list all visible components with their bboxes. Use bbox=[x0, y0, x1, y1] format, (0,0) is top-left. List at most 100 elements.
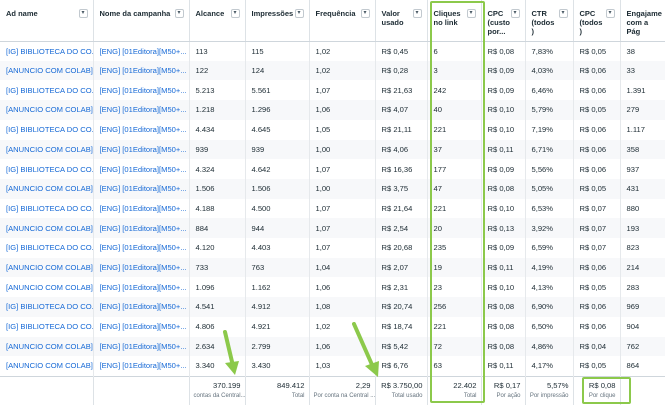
ad-name-link[interactable]: [IG] BIBLIOTECA DO CO... bbox=[0, 198, 94, 219]
campaign-name-link[interactable]: [ENG] [01Editora][M50+... bbox=[93, 257, 190, 278]
ad-name-link[interactable]: [IG] BIBLIOTECA DO CO... bbox=[0, 297, 94, 317]
campaign-name-link[interactable]: [ENG] [01Editora][M50+... bbox=[93, 356, 190, 376]
campaign-name-link[interactable]: [ENG] [01Editora][M50+... bbox=[93, 238, 190, 258]
campaign-name-link[interactable]: [ENG] [01Editora][M50+... bbox=[93, 119, 190, 140]
table-cell: 1,02 bbox=[309, 316, 376, 337]
table-cell: R$ 0,28 bbox=[375, 60, 428, 81]
table-cell: R$ 0,06 bbox=[573, 297, 621, 317]
ad-name-link[interactable]: [IG] BIBLIOTECA DO CO... bbox=[0, 316, 94, 337]
campaign-name-link[interactable]: [ENG] [01Editora][M50+... bbox=[93, 198, 190, 219]
campaign-name-link[interactable]: [ENG] [01Editora][M50+... bbox=[93, 218, 190, 239]
table-cell: 4.642 bbox=[245, 159, 310, 179]
column-menu-icon[interactable]: ▾ bbox=[558, 9, 568, 18]
table-row[interactable]: [IG] BIBLIOTECA DO CO... [ENG] [01Editora… bbox=[0, 159, 665, 179]
column-menu-icon[interactable]: ▾ bbox=[510, 9, 520, 18]
table-cell: 5,56% bbox=[525, 159, 574, 179]
table-cell: 3,92% bbox=[525, 218, 574, 239]
table-row[interactable]: [IG] BIBLIOTECA DO CO... [ENG] [01Editora… bbox=[0, 297, 665, 317]
ad-name-link[interactable]: [IG] BIBLIOTECA DO CO... bbox=[0, 159, 94, 179]
totals-row: 370.199 contas da Central... 849.412 Total 2… bbox=[0, 375, 665, 405]
column-header-4[interactable]: Frequência ▾ bbox=[309, 0, 376, 42]
table-cell: R$ 21,11 bbox=[375, 119, 428, 140]
column-menu-icon[interactable]: ▾ bbox=[294, 9, 304, 18]
ad-name-link[interactable]: [ANUNCIO COM COLAB] bbox=[0, 178, 94, 199]
table-row[interactable]: [IG] BIBLIOTECA DO CO... [ENG] [01Editora… bbox=[0, 316, 665, 337]
table-cell: R$ 0,10 bbox=[481, 277, 526, 298]
table-row[interactable]: [IG] BIBLIOTECA DO CO... [ENG] [01Editora… bbox=[0, 238, 665, 258]
ad-name-link[interactable]: [IG] BIBLIOTECA DO CO... bbox=[0, 41, 94, 61]
table-row[interactable]: [IG] BIBLIOTECA DO CO... [ENG] [01Editora… bbox=[0, 41, 665, 61]
column-menu-icon[interactable]: ▾ bbox=[605, 9, 615, 18]
column-menu-icon[interactable]: ▾ bbox=[230, 9, 240, 18]
campaign-name-link[interactable]: [ENG] [01Editora][M50+... bbox=[93, 60, 190, 81]
table-cell: R$ 0,09 bbox=[481, 159, 526, 179]
total-caption: Por impressão bbox=[529, 392, 569, 399]
campaign-name-link[interactable]: [ENG] [01Editora][M50+... bbox=[93, 336, 190, 357]
column-header-1[interactable]: Nome da campanha ▾ bbox=[93, 0, 190, 42]
ad-name-link[interactable]: [IG] BIBLIOTECA DO CO... bbox=[0, 80, 94, 101]
table-cell: 1.506 bbox=[245, 178, 310, 199]
campaign-name-link[interactable]: [ENG] [01Editora][M50+... bbox=[93, 80, 190, 101]
ad-name-link[interactable]: [ANUNCIO COM COLAB] bbox=[0, 257, 94, 278]
column-menu-icon[interactable]: ▾ bbox=[78, 9, 88, 18]
column-header-0[interactable]: Ad name ▾ bbox=[0, 0, 94, 42]
ads-report-table: Ad name ▾ Nome da campanha ▾ Alcance ▾ Impress… bbox=[0, 0, 665, 405]
table-row[interactable]: [ANUNCIO COM COLAB] [ENG] [01Editora][M50… bbox=[0, 277, 665, 298]
table-row[interactable]: [ANUNCIO COM COLAB] [ENG] [01Editora][M50… bbox=[0, 178, 665, 199]
column-menu-icon[interactable]: ▾ bbox=[360, 9, 370, 18]
column-menu-icon[interactable]: ▾ bbox=[466, 9, 476, 18]
campaign-name-link[interactable]: [ENG] [01Editora][M50+... bbox=[93, 139, 190, 160]
total-value: 5,57% bbox=[546, 380, 569, 390]
campaign-name-link[interactable]: [ENG] [01Editora][M50+... bbox=[93, 277, 190, 298]
campaign-name-link[interactable]: [ENG] [01Editora][M50+... bbox=[93, 316, 190, 337]
total-caption: Por conta na Central ... bbox=[313, 392, 375, 399]
column-header-3[interactable]: Impressões ▾ bbox=[245, 0, 310, 42]
column-header-8[interactable]: CTR (todos ) ▾ bbox=[525, 0, 574, 42]
table-cell: R$ 0,06 bbox=[573, 139, 621, 160]
table-cell: 358 bbox=[620, 139, 665, 160]
table-row[interactable]: [ANUNCIO COM COLAB] [ENG] [01Editora][M50… bbox=[0, 257, 665, 278]
ad-name-link[interactable]: [ANUNCIO COM COLAB] bbox=[0, 277, 94, 298]
table-row[interactable]: [IG] BIBLIOTECA DO CO... [ENG] [01Editora… bbox=[0, 80, 665, 101]
table-cell: 37 bbox=[427, 139, 482, 160]
total-cell: 5,57% Por impressão bbox=[525, 375, 574, 405]
table-cell: 4,86% bbox=[525, 336, 574, 357]
table-row[interactable]: [IG] BIBLIOTECA DO CO... [ENG] [01Editora… bbox=[0, 119, 665, 140]
table-row[interactable]: [ANUNCIO COM COLAB] [ENG] [01Editora][M50… bbox=[0, 60, 665, 81]
table-row[interactable]: [ANUNCIO COM COLAB] [ENG] [01Editora][M50… bbox=[0, 336, 665, 357]
table-cell: 1,08 bbox=[309, 297, 376, 317]
table-cell: R$ 2,31 bbox=[375, 277, 428, 298]
campaign-name-link[interactable]: [ENG] [01Editora][M50+... bbox=[93, 159, 190, 179]
ad-name-link[interactable]: [ANUNCIO COM COLAB] bbox=[0, 60, 94, 81]
column-menu-icon[interactable]: ▾ bbox=[174, 9, 184, 18]
column-header-9[interactable]: CPC (todos ) ▾ bbox=[573, 0, 621, 42]
column-header-5[interactable]: Valor usado ▾ bbox=[375, 0, 428, 42]
ad-name-link[interactable]: [ANUNCIO COM COLAB] bbox=[0, 336, 94, 357]
table-row[interactable]: [ANUNCIO COM COLAB] [ENG] [01Editora][M50… bbox=[0, 100, 665, 120]
table-cell: 221 bbox=[427, 316, 482, 337]
table-row[interactable]: [ANUNCIO COM COLAB] [ENG] [01Editora][M50… bbox=[0, 356, 665, 376]
table-row[interactable]: [ANUNCIO COM COLAB] [ENG] [01Editora][M50… bbox=[0, 139, 665, 160]
column-header-2[interactable]: Alcance ▾ bbox=[189, 0, 246, 42]
column-header-6[interactable]: Cliques no link ▾ bbox=[427, 0, 482, 42]
table-row[interactable]: [IG] BIBLIOTECA DO CO... [ENG] [01Editora… bbox=[0, 198, 665, 219]
table-cell: 1,07 bbox=[309, 159, 376, 179]
campaign-name-link[interactable]: [ENG] [01Editora][M50+... bbox=[93, 41, 190, 61]
ad-name-link[interactable]: [ANUNCIO COM COLAB] bbox=[0, 139, 94, 160]
column-header-7[interactable]: CPC (custo por... ▾ bbox=[481, 0, 526, 42]
table-cell: 1,00 bbox=[309, 178, 376, 199]
table-body: [IG] BIBLIOTECA DO CO... [ENG] [01Editora… bbox=[0, 41, 665, 376]
column-menu-icon[interactable]: ▾ bbox=[412, 9, 422, 18]
ad-name-link[interactable]: [ANUNCIO COM COLAB] bbox=[0, 100, 94, 120]
ad-name-link[interactable]: [ANUNCIO COM COLAB] bbox=[0, 218, 94, 239]
ad-name-link[interactable]: [ANUNCIO COM COLAB] bbox=[0, 356, 94, 376]
column-header-10[interactable]: Engajame com a Pág bbox=[620, 0, 665, 42]
ad-name-link[interactable]: [IG] BIBLIOTECA DO CO... bbox=[0, 238, 94, 258]
ad-name-link[interactable]: [IG] BIBLIOTECA DO CO... bbox=[0, 119, 94, 140]
table-cell: R$ 0,13 bbox=[481, 218, 526, 239]
campaign-name-link[interactable]: [ENG] [01Editora][M50+... bbox=[93, 178, 190, 199]
campaign-name-link[interactable]: [ENG] [01Editora][M50+... bbox=[93, 297, 190, 317]
table-row[interactable]: [ANUNCIO COM COLAB] [ENG] [01Editora][M50… bbox=[0, 218, 665, 239]
campaign-name-link[interactable]: [ENG] [01Editora][M50+... bbox=[93, 100, 190, 120]
total-caption: contas da Central... bbox=[193, 392, 245, 399]
